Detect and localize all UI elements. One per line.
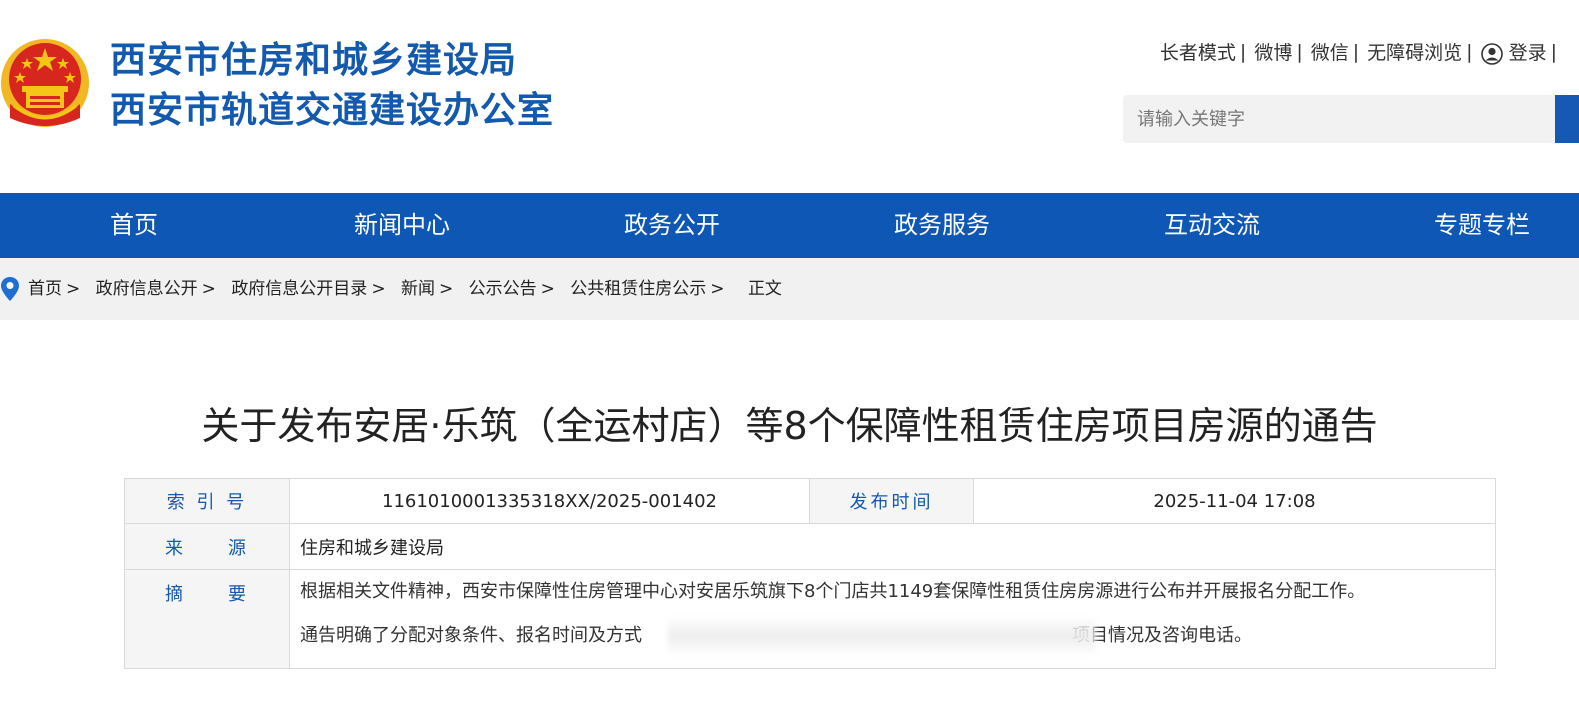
- weibo-link[interactable]: 微博: [1254, 38, 1292, 65]
- breadcrumb-public-rental[interactable]: 公共租赁住房公示: [570, 279, 706, 299]
- index-value: 116101000133531​8XX/2025-001402: [289, 478, 810, 524]
- breadcrumb-notices[interactable]: 公示公告: [469, 279, 537, 299]
- accessibility-link[interactable]: 无障碍浏览: [1367, 38, 1462, 65]
- nav-item-news[interactable]: 新闻中心: [354, 193, 450, 258]
- search-input[interactable]: [1123, 95, 1523, 143]
- site-title-line2: 西安市轨道交通建设办公室: [110, 90, 555, 131]
- summary-line1: 根据相关文件精神，西安市保障性住房管理中心对安居乐筑旗下8个门店共1149套保障…: [300, 581, 1366, 602]
- nav-item-interaction[interactable]: 互动交流: [1164, 193, 1260, 258]
- summary-line2-start: 通告明确了分配对象条件、报名时间及方式: [300, 625, 642, 646]
- location-pin-icon: [1, 277, 19, 301]
- breadcrumb-home[interactable]: 首页: [28, 279, 62, 299]
- wechat-link[interactable]: 微信: [1311, 38, 1349, 65]
- site-title[interactable]: 西安市住房和城乡建设局 西安市轨道交通建设办公室: [110, 36, 554, 136]
- nav-item-gov-service[interactable]: 政务服务: [894, 193, 990, 258]
- date-label: 发布时间: [809, 478, 974, 524]
- table-row: 索 引 号 116101000133531​8XX/2025-001402 发布…: [124, 478, 1496, 524]
- summary-cell: 根据相关文件精神，西安市保障性住房管理中心对安居乐筑旗下8个门店共1149套保障…: [289, 569, 1496, 669]
- separator: |: [1296, 40, 1303, 63]
- article-meta-table: 索 引 号 116101000133531​8XX/2025-001402 发布…: [124, 478, 1496, 669]
- article-title: 关于发布安居·乐筑（全运村店）等8个保障性租赁住房项目房源的通告: [201, 404, 1378, 448]
- elderly-mode-link[interactable]: 长者模式: [1160, 38, 1236, 65]
- breadcrumb-gov-info[interactable]: 政府信息公开: [96, 279, 198, 299]
- nav-item-home[interactable]: 首页: [110, 193, 158, 258]
- separator: |: [1352, 40, 1360, 63]
- source-value: 住房和城乡建设局: [289, 523, 1496, 570]
- blur-overlay: [668, 616, 1096, 656]
- breadcrumb-gov-info-catalog[interactable]: 政府信息公开目录: [231, 279, 367, 299]
- search-button[interactable]: [1555, 95, 1579, 143]
- main-nav: 首页 新闻中心 政务公开 政务服务 互动交流 专题专栏: [0, 193, 1579, 258]
- separator: |: [1550, 40, 1557, 63]
- nav-item-topics[interactable]: 专题专栏: [1434, 193, 1530, 258]
- site-title-line1: 西安市住房和城乡建设局: [110, 40, 518, 81]
- search-box: [1123, 95, 1563, 143]
- separator: |: [1466, 40, 1473, 63]
- summary-line2-end: 项目情况及咨询电话。: [1072, 625, 1252, 646]
- top-links: 长者模式 | 微博 | 微信 | 无障碍浏览 | 登录 |: [1160, 38, 1565, 65]
- summary-label: 摘 要: [124, 569, 290, 669]
- source-label: 来 源: [124, 523, 290, 570]
- national-emblem-icon: [1, 39, 89, 127]
- login-label: 登录: [1508, 42, 1547, 64]
- nav-item-gov-open[interactable]: 政务公开: [624, 193, 720, 258]
- user-icon: [1480, 42, 1503, 65]
- breadcrumb-news[interactable]: 新闻: [401, 279, 435, 299]
- table-row: 摘 要 根据相关文件精神，西安市保障性住房管理中心对安居乐筑旗下8个门店共114…: [124, 569, 1496, 669]
- separator: |: [1239, 40, 1247, 63]
- date-value: 2025-11-04 17:08: [973, 478, 1496, 524]
- table-row: 来 源 住房和城乡建设局: [124, 523, 1496, 570]
- breadcrumb: 首页 > 政府信息公开 > 政府信息公开目录 > 新闻 > 公示公告 > 公共租赁住房公示…: [0, 258, 1579, 320]
- index-label: 索 引 号: [124, 478, 290, 524]
- login-button[interactable]: 登录: [1480, 38, 1547, 65]
- breadcrumb-current: 正文: [747, 279, 782, 299]
